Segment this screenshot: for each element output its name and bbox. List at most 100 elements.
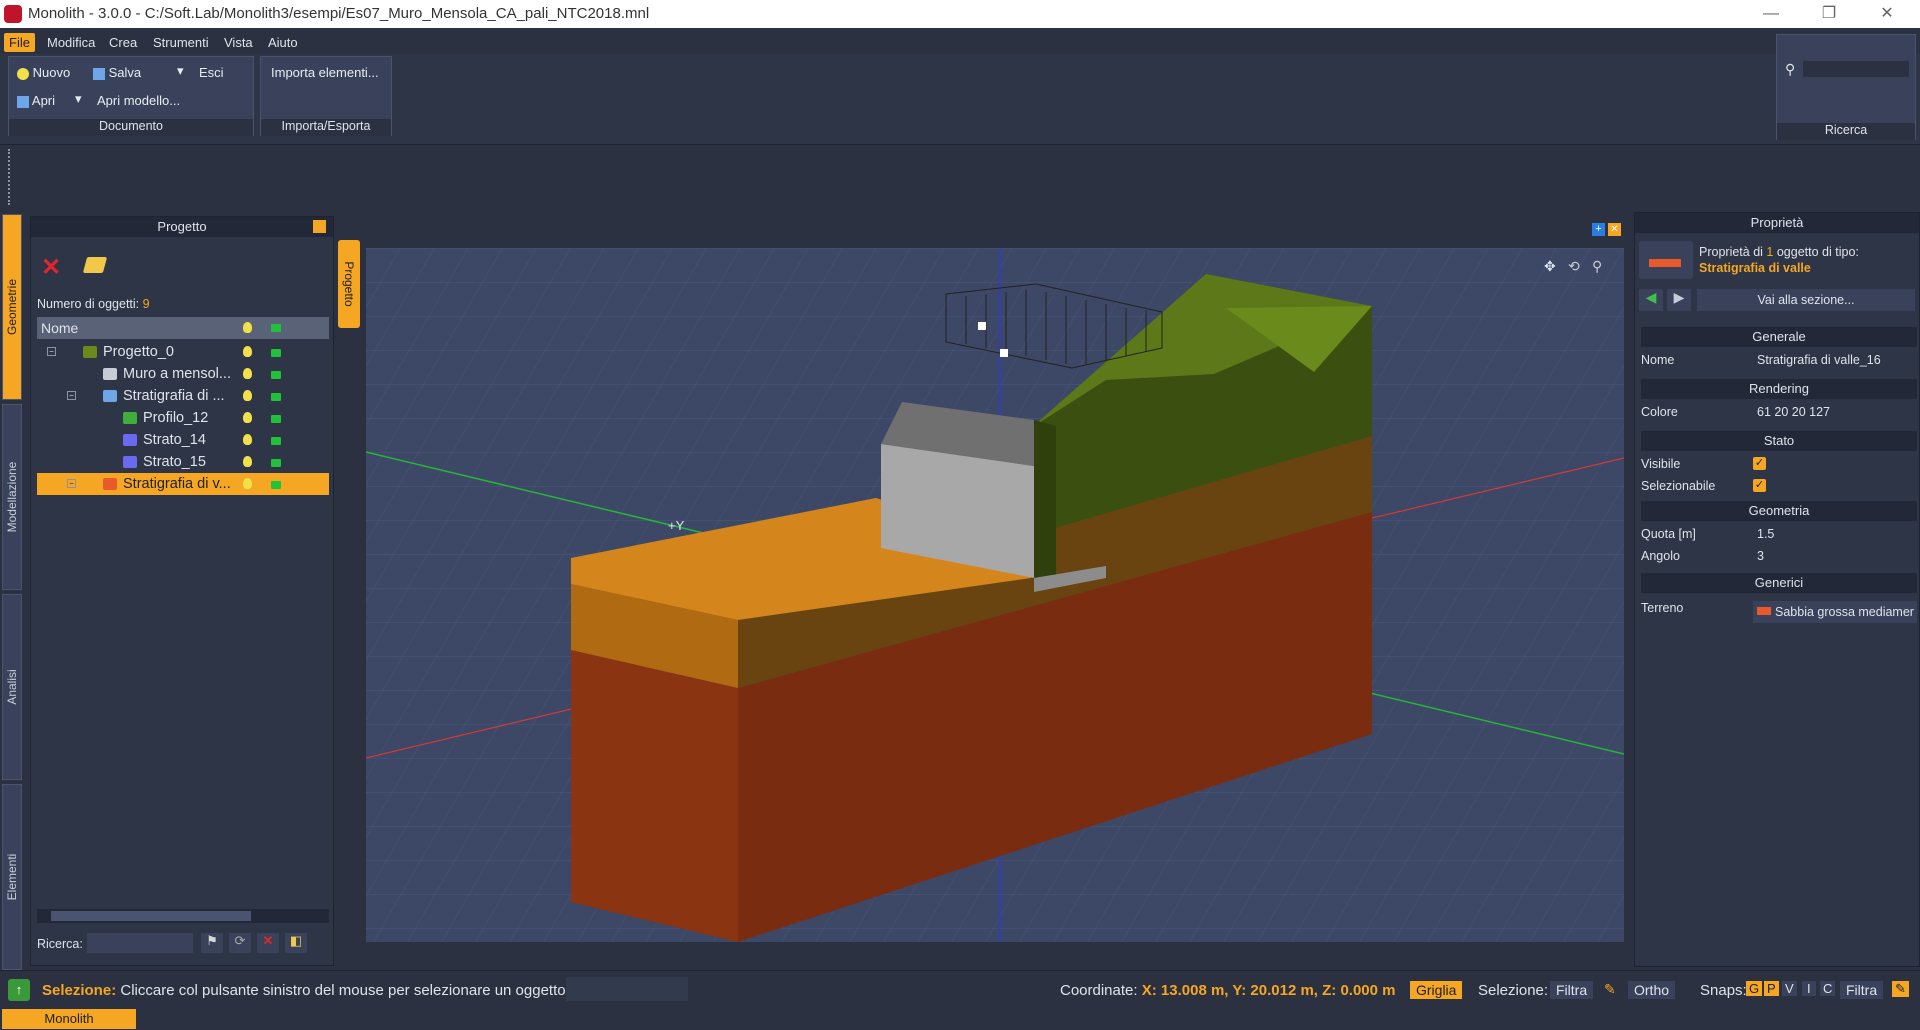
prop-quota-value[interactable]: 1.5 [1753, 523, 1917, 543]
delete-icon[interactable]: ✕ [41, 253, 61, 282]
expand-toggle-icon[interactable]: − [67, 479, 76, 488]
ortho-toggle[interactable]: Ortho [1628, 981, 1676, 999]
menu-strumenti[interactable]: Strumenti [148, 33, 214, 52]
apri-dropdown-icon[interactable]: ▾ [75, 91, 82, 107]
prop-visibile-row: Visibile ✓ [1641, 453, 1917, 475]
search-filter-icon[interactable]: ⚑ [201, 933, 223, 953]
prop-nome-value[interactable]: Stratigrafia di valle_16 [1753, 349, 1917, 369]
esci-button[interactable]: Esci [199, 65, 224, 80]
snap-v[interactable]: V [1782, 981, 1797, 996]
menu-vista[interactable]: Vista [219, 33, 258, 52]
apri-button[interactable]: Apri [17, 93, 55, 108]
add-view-icon[interactable]: + [1592, 223, 1605, 236]
visibility-bulb-icon[interactable] [243, 390, 252, 401]
goto-section-dropdown[interactable]: Vai alla sezione... [1697, 289, 1915, 311]
visibile-checkbox[interactable]: ✓ [1753, 457, 1766, 470]
menu-crea[interactable]: Crea [104, 33, 142, 52]
visibility-bulb-icon[interactable] [243, 346, 252, 357]
tree-item-label: Progetto_0 [103, 344, 174, 360]
scrollbar-thumb[interactable] [51, 911, 251, 921]
esci-dropdown-icon[interactable]: ▾ [177, 63, 184, 79]
menu-aiuto[interactable]: Aiuto [263, 33, 303, 52]
snap-g[interactable]: G [1746, 981, 1763, 996]
filtra-button[interactable]: Filtra [1550, 981, 1594, 999]
lock-icon[interactable] [271, 415, 281, 423]
lock-icon[interactable] [271, 459, 281, 467]
wrench-icon[interactable]: ✎ [1604, 981, 1616, 998]
expand-toggle-icon[interactable]: − [47, 347, 56, 356]
app-tab[interactable]: Monolith [2, 1009, 136, 1029]
maximize-button[interactable]: ❐ [1806, 2, 1852, 26]
tree-item[interactable]: − Stratigrafia di ... [37, 385, 329, 407]
section-generici[interactable]: Generici [1641, 573, 1917, 593]
snap-filtra-button[interactable]: Filtra [1840, 981, 1884, 999]
section-geometria[interactable]: Geometria [1641, 501, 1917, 521]
salva-button[interactable]: Salva [93, 65, 141, 80]
visibility-bulb-icon[interactable] [243, 434, 252, 445]
prop-colore-label: Colore [1641, 405, 1678, 419]
toolbar-grip[interactable] [8, 149, 11, 205]
visibility-bulb-icon[interactable] [243, 456, 252, 467]
importa-elementi-button[interactable]: Importa elementi... [271, 65, 379, 80]
griglia-toggle[interactable]: Griglia [1410, 981, 1463, 999]
tab-modellazione[interactable]: Modellazione [2, 404, 22, 590]
snap-i[interactable]: I [1802, 981, 1816, 996]
project-search-input[interactable] [87, 933, 193, 953]
snap-p[interactable]: P [1764, 981, 1779, 996]
arrow-up-icon[interactable]: ↑ [8, 979, 30, 1001]
grip-handle-2[interactable] [1000, 349, 1008, 357]
tree-scrollbar[interactable] [37, 909, 329, 923]
tab-analisi[interactable]: Analisi [2, 594, 22, 780]
close-view-icon[interactable]: ✕ [1608, 223, 1621, 236]
tree-item[interactable]: Profilo_12 [37, 407, 329, 429]
snap-c[interactable]: C [1820, 981, 1836, 996]
prop-colore-value[interactable]: 61 20 20 127 [1753, 401, 1917, 421]
tree-item[interactable]: − Progetto_0 [37, 341, 329, 363]
layers-icon[interactable]: ◧ [285, 933, 307, 953]
snap-wrench-icon[interactable]: ✎ [1892, 981, 1909, 997]
tree-item[interactable]: Muro a mensol... [37, 363, 329, 385]
tab-geometrie[interactable]: Geometrie [2, 214, 22, 400]
expand-toggle-icon[interactable]: − [67, 391, 76, 400]
tab-elementi[interactable]: Elementi [2, 784, 22, 970]
pan-icon[interactable]: ✥ [1544, 258, 1556, 275]
lock-icon[interactable] [271, 349, 281, 357]
nuovo-button[interactable]: Nuovo [17, 65, 70, 80]
refresh-icon[interactable]: ⟳ [229, 933, 251, 953]
zoom-icon[interactable]: ⚲ [1592, 258, 1602, 275]
prop-angolo-value[interactable]: 3 [1753, 545, 1917, 565]
status-input[interactable] [566, 977, 688, 1001]
folder-icon[interactable] [82, 257, 108, 273]
visibility-bulb-icon[interactable] [243, 368, 252, 379]
tree-item[interactable]: Strato_15 [37, 451, 329, 473]
lock-icon[interactable] [271, 481, 281, 489]
ribbon-search-input[interactable] [1803, 61, 1909, 77]
tab-progetto[interactable]: Progetto [338, 240, 360, 328]
pin-icon[interactable] [313, 220, 326, 233]
section-stato[interactable]: Stato [1641, 431, 1917, 451]
section-generale[interactable]: Generale [1641, 327, 1917, 347]
visibility-bulb-icon[interactable] [243, 478, 252, 489]
apri-modello-button[interactable]: Apri modello... [97, 93, 180, 108]
tree-item[interactable]: Strato_14 [37, 429, 329, 451]
3d-viewport[interactable]: +Y ✥ ⟲ ⚲ [366, 248, 1624, 942]
menu-modifica[interactable]: Modifica [42, 33, 100, 52]
selezionabile-checkbox[interactable]: ✓ [1753, 479, 1766, 492]
visibility-bulb-icon[interactable] [243, 412, 252, 423]
col-name-header[interactable]: Nome [41, 320, 78, 336]
close-button[interactable]: ✕ [1864, 2, 1910, 26]
tree-item[interactable]: − Stratigrafia di v... [37, 473, 329, 495]
lock-icon[interactable] [271, 437, 281, 445]
status-bar: ↑ Selezione: Cliccare col pulsante sinis… [0, 970, 1920, 1030]
lock-icon[interactable] [271, 371, 281, 379]
forward-icon[interactable]: ▶ [1667, 289, 1691, 311]
back-icon[interactable]: ◀ [1639, 289, 1663, 311]
prop-terreno-value[interactable]: Sabbia grossa mediamer [1753, 601, 1917, 623]
menu-file[interactable]: File [4, 33, 35, 52]
section-rendering[interactable]: Rendering [1641, 379, 1917, 399]
lock-icon[interactable] [271, 393, 281, 401]
minimize-button[interactable]: — [1748, 2, 1794, 26]
grip-handle-1[interactable] [978, 322, 986, 330]
orbit-icon[interactable]: ⟲ [1568, 258, 1580, 275]
clear-search-icon[interactable]: ✕ [257, 933, 279, 953]
